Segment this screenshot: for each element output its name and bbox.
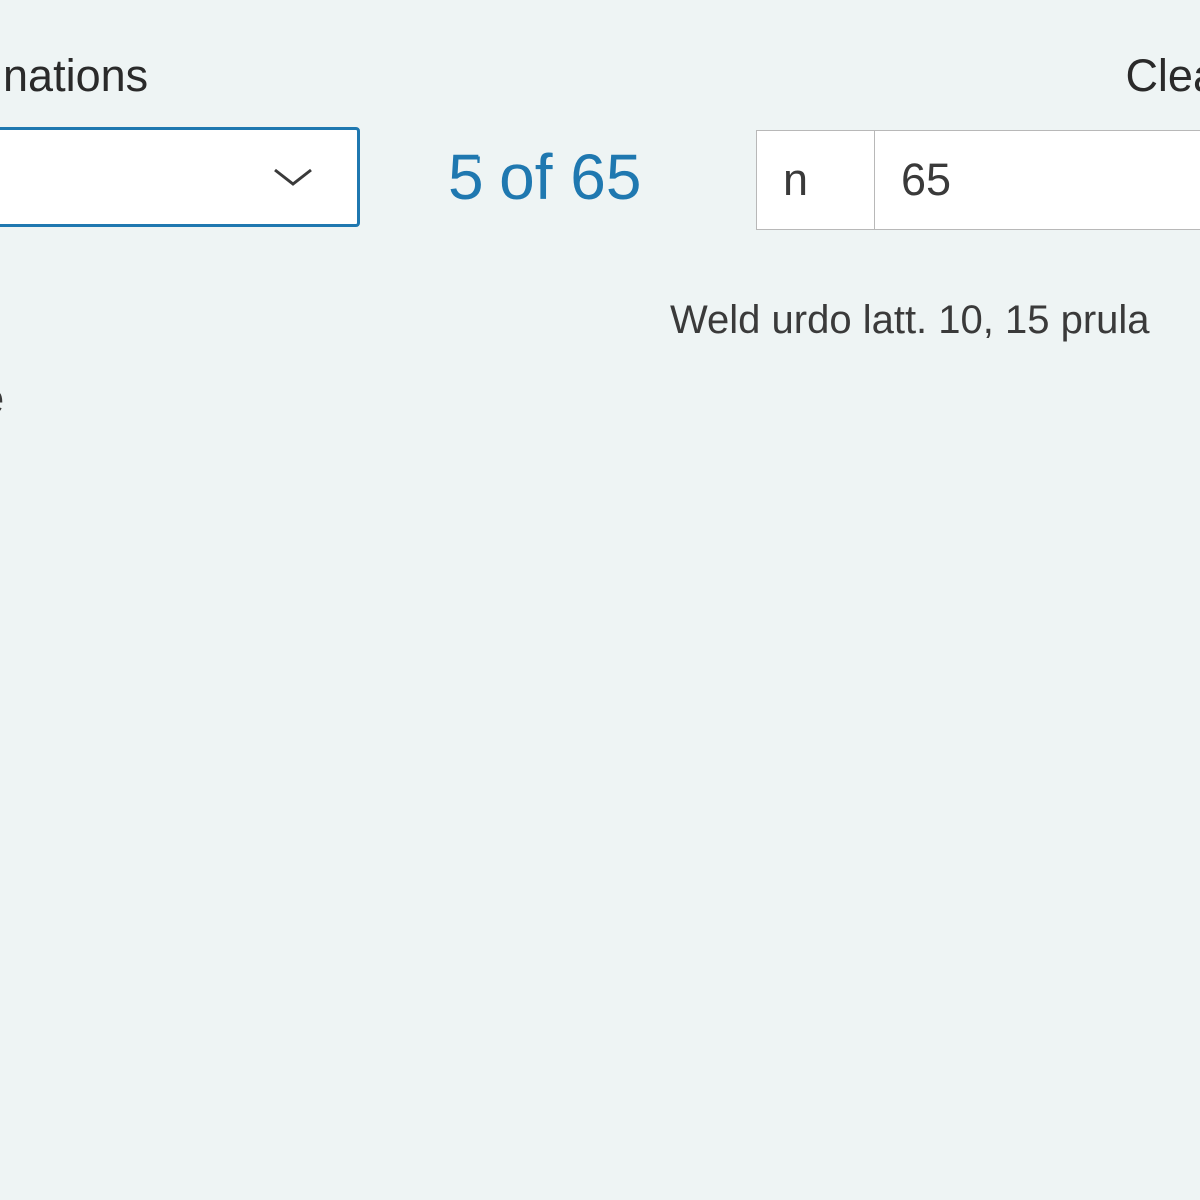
header-right-label[interactable]: Clea: [1125, 50, 1200, 102]
count-of: of: [499, 141, 552, 213]
count-display: 5' of 65: [448, 140, 641, 214]
hint-text: Weld urdo latt. 10, 15 prula: [670, 298, 1150, 343]
chevron-down-icon: [271, 155, 315, 199]
n-input-group: n 65: [756, 130, 1200, 230]
header-left-label: ainations: [0, 50, 148, 102]
count-prime: ': [476, 151, 482, 184]
secondary-text: le: [0, 374, 4, 424]
n-label-cell: n: [757, 131, 875, 229]
dropdown-select[interactable]: [0, 127, 360, 227]
count-total: 65: [570, 141, 641, 213]
n-value-input[interactable]: 65: [875, 131, 1200, 229]
